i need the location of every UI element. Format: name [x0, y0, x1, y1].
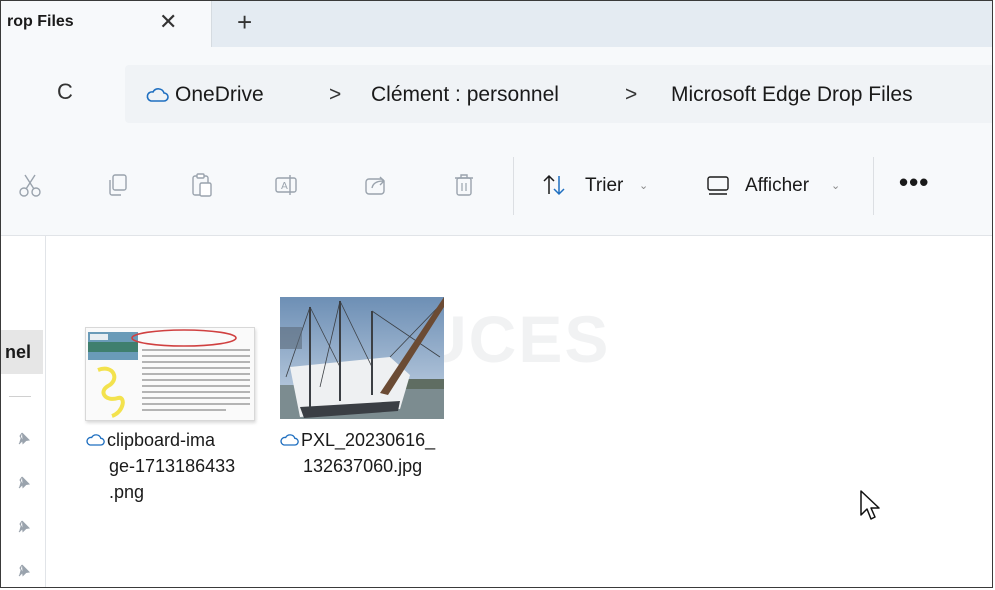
- file-explorer-window: rop Files ✕ + C OneDrive > Clément : per…: [0, 0, 993, 588]
- close-tab-icon[interactable]: ✕: [159, 9, 177, 35]
- copy-icon[interactable]: [105, 172, 131, 198]
- file-name-line: clipboard-ima: [107, 430, 216, 450]
- refresh-icon[interactable]: C: [57, 79, 73, 105]
- paste-icon[interactable]: [189, 172, 215, 198]
- more-options-button[interactable]: •••: [899, 167, 929, 198]
- file-name: clipboard-ima ge-1713186433 .png: [85, 427, 261, 505]
- toolbar-divider: [873, 157, 874, 215]
- navigation-pane: nel: [1, 236, 46, 587]
- file-item-photo[interactable]: PXL_20230616_ 132637060.jpg: [275, 297, 455, 497]
- file-thumbnail: [85, 327, 255, 421]
- file-name-line: .png: [109, 482, 145, 502]
- ship-photo-image: [280, 297, 444, 419]
- delete-icon[interactable]: [451, 172, 477, 198]
- svg-text:A: A: [281, 181, 288, 192]
- breadcrumb-onedrive[interactable]: OneDrive: [175, 83, 264, 107]
- cloud-icon: [146, 88, 169, 102]
- nav-item-personnel[interactable]: nel: [1, 330, 43, 374]
- nav-item-label: nel: [5, 342, 32, 362]
- command-bar: A Trier ⌄ Afficher ⌄ •••: [1, 139, 992, 236]
- share-icon[interactable]: [363, 172, 389, 198]
- cloud-icon: [86, 434, 105, 446]
- nav-divider: [9, 396, 31, 397]
- rename-icon[interactable]: A: [273, 172, 299, 198]
- chevron-down-icon: ⌄: [831, 180, 841, 192]
- file-name-line: PXL_20230616_: [301, 430, 436, 450]
- address-bar[interactable]: OneDrive > Clément : personnel > Microso…: [125, 65, 992, 123]
- breadcrumb-drop-files[interactable]: Microsoft Edge Drop Files: [671, 83, 913, 107]
- pin-icon[interactable]: [17, 520, 31, 534]
- breadcrumb-separator[interactable]: >: [329, 83, 341, 107]
- breadcrumb-personnel[interactable]: Clément : personnel: [371, 83, 559, 107]
- sort-label: Trier: [585, 175, 624, 196]
- chevron-down-icon: ⌄: [639, 180, 649, 192]
- pin-icon[interactable]: [17, 432, 31, 446]
- sort-icon: [543, 174, 565, 196]
- file-name-line: ge-1713186433: [109, 456, 236, 476]
- pin-icon[interactable]: [17, 476, 31, 490]
- toolbar-divider: [513, 157, 514, 215]
- document-thumbnail-image: [88, 329, 250, 418]
- cut-icon[interactable]: [17, 172, 43, 198]
- address-row: C OneDrive > Clément : personnel > Micro…: [1, 47, 992, 139]
- tab-title: rop Files: [7, 13, 74, 30]
- tab-strip: rop Files ✕ +: [1, 1, 992, 47]
- cloud-icon: [280, 434, 299, 446]
- breadcrumb-separator[interactable]: >: [625, 83, 637, 107]
- file-item-clipboard-image[interactable]: clipboard-ima ge-1713186433 .png: [81, 327, 261, 527]
- tab-drop-files[interactable]: rop Files ✕: [1, 1, 212, 47]
- file-name-line: 132637060.jpg: [303, 456, 423, 476]
- file-thumbnail: [280, 297, 444, 419]
- new-tab-icon[interactable]: +: [237, 7, 252, 38]
- view-icon: [707, 176, 729, 195]
- view-label: Afficher: [745, 175, 810, 196]
- pin-icon[interactable]: [17, 564, 31, 578]
- file-name: PXL_20230616_ 132637060.jpg: [279, 427, 455, 479]
- mouse-cursor-icon: [860, 490, 880, 520]
